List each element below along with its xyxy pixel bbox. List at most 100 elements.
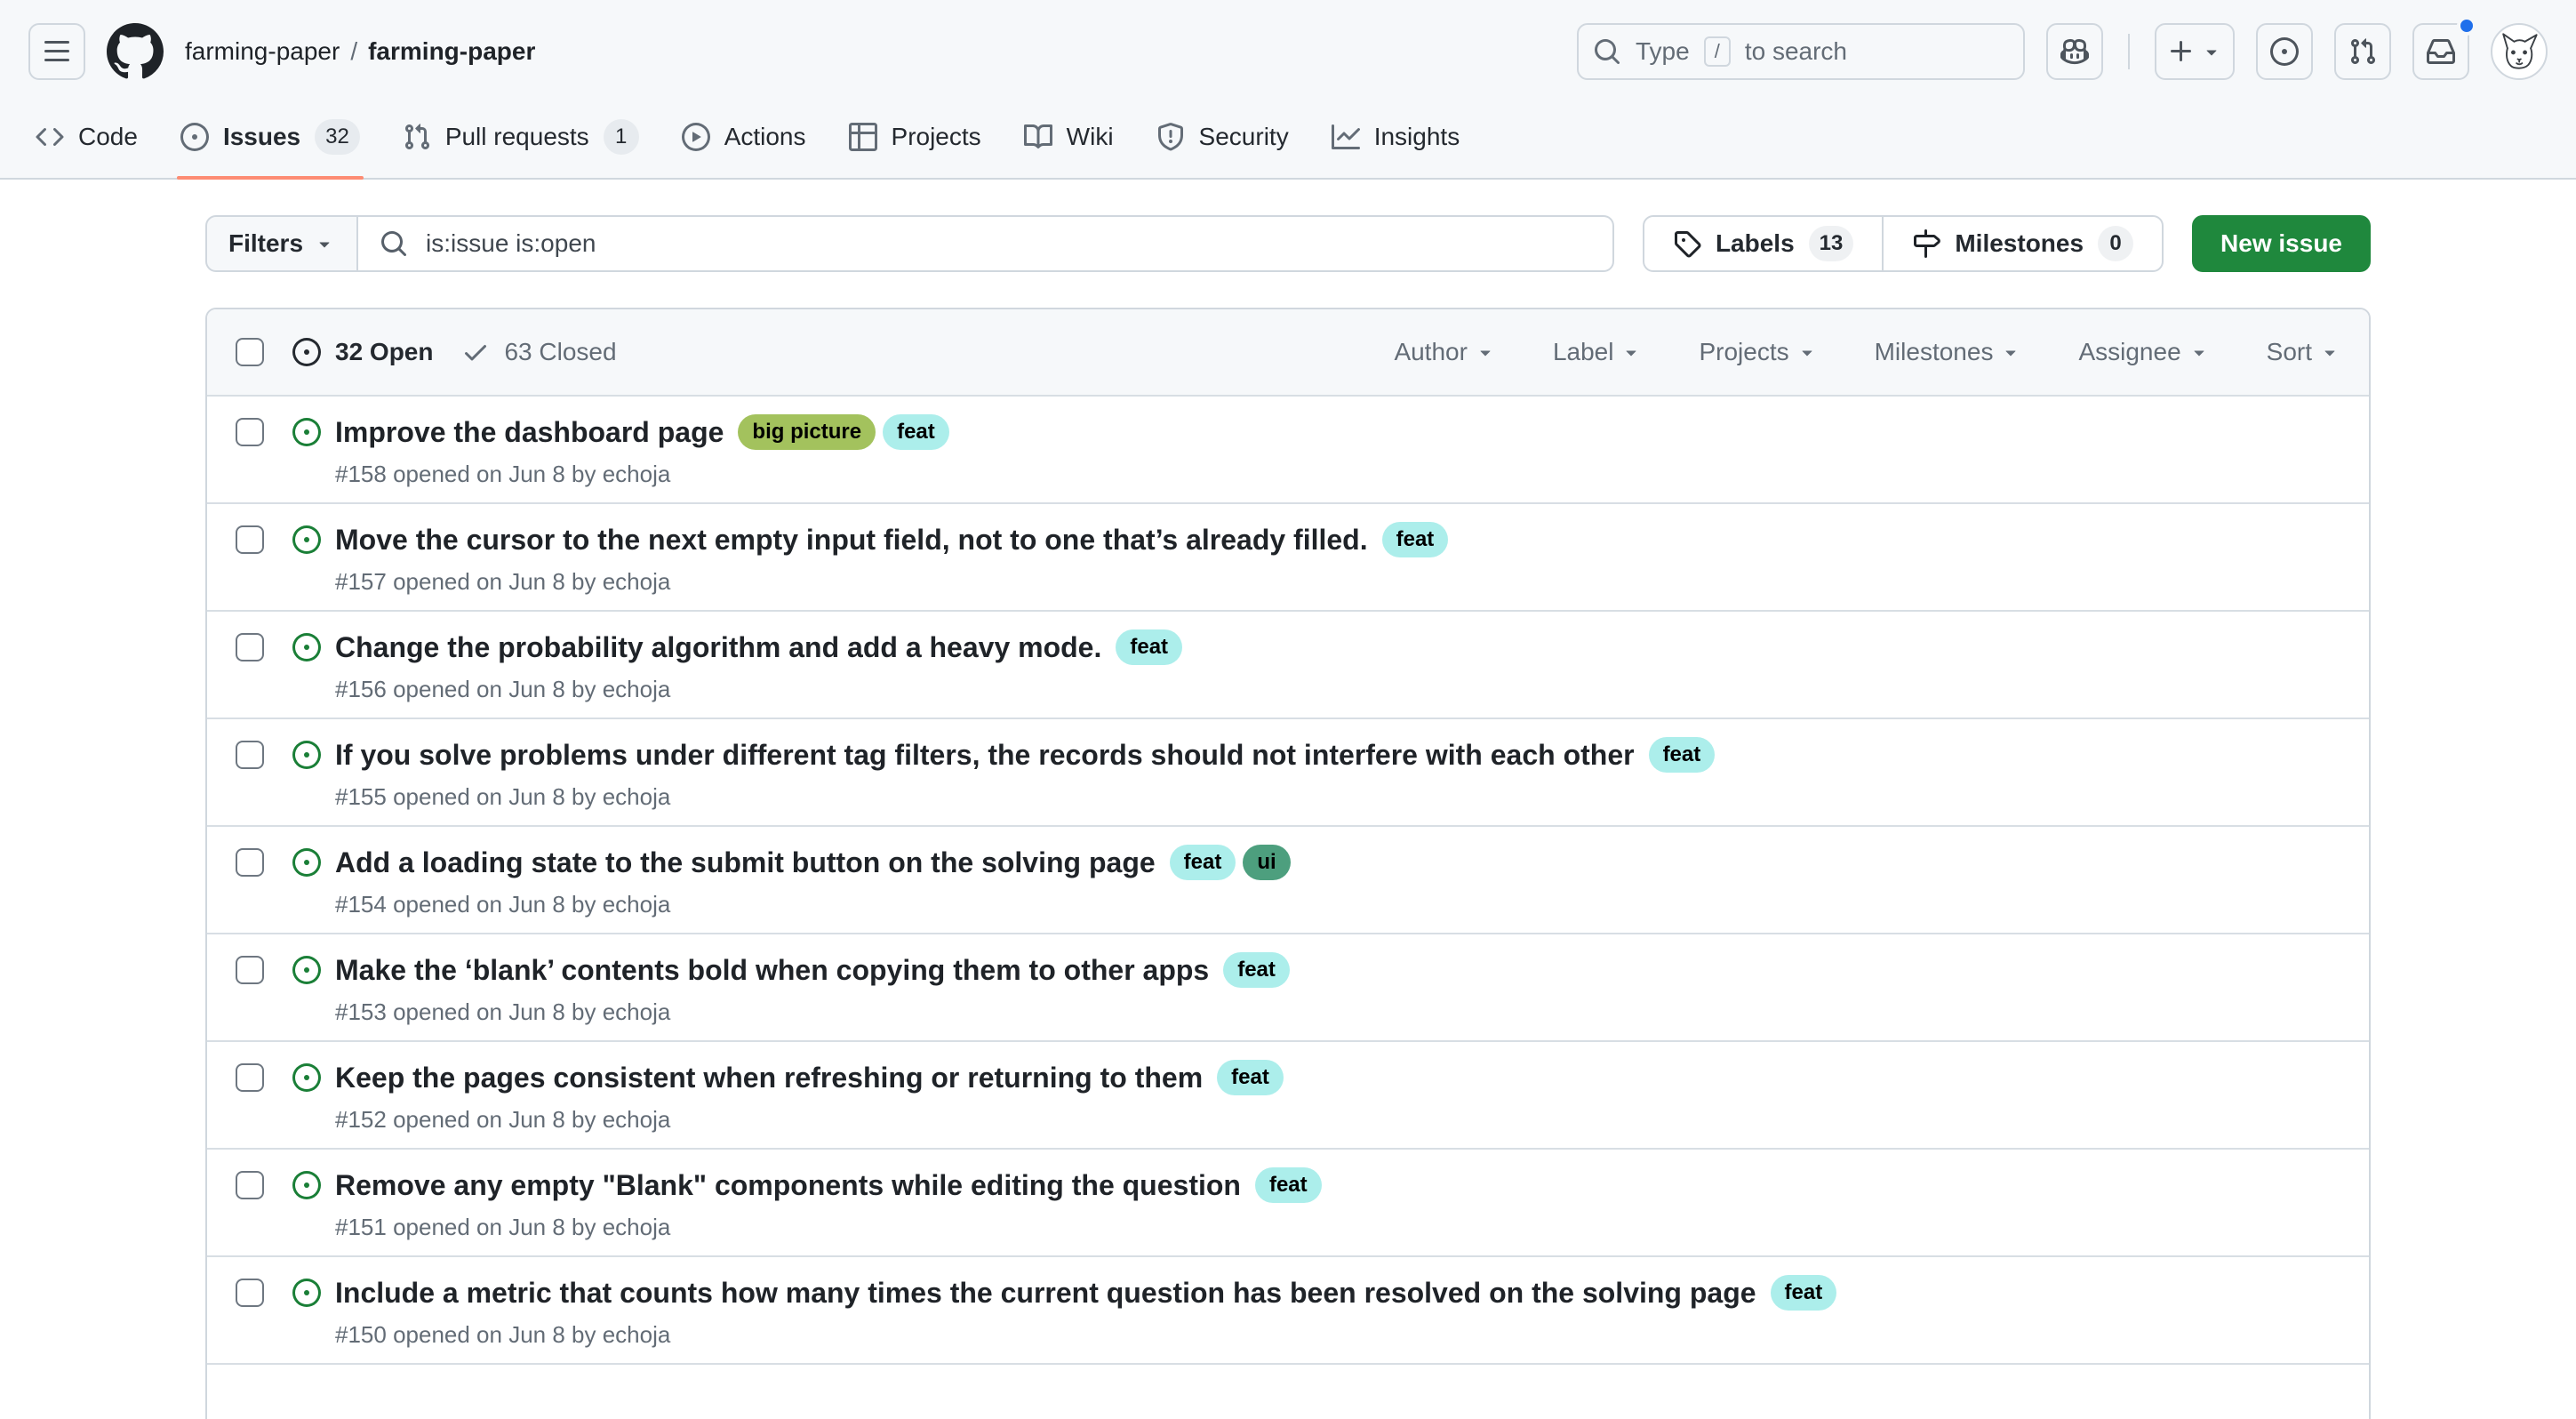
labels-milestones-group: Labels 13 Milestones 0 — [1643, 215, 2164, 272]
issue-title[interactable]: Add a loading state to the submit button… — [335, 841, 1156, 884]
milestones-button[interactable]: Milestones 0 — [1882, 217, 2162, 270]
issues-search-field — [358, 215, 1614, 272]
open-issue-icon — [292, 1171, 321, 1199]
issue-row: Make the ‘blank’ contents bold when copy… — [207, 933, 2369, 1040]
filter-author[interactable]: Author — [1394, 338, 1496, 366]
tab-wiki[interactable]: Wiki — [1003, 96, 1135, 178]
filter-milestones[interactable]: Milestones — [1875, 338, 2022, 366]
tab-issues[interactable]: Issues 32 — [159, 96, 381, 178]
open-issue-icon — [292, 525, 321, 554]
tab-label: Actions — [724, 123, 806, 151]
user-avatar[interactable] — [2491, 23, 2548, 80]
issue-label[interactable]: feat — [1170, 845, 1236, 880]
tab-code[interactable]: Code — [14, 96, 159, 178]
issues-toolbar: Filters Labels 13 Milestones 0 — [205, 215, 2371, 272]
issue-label[interactable]: feat — [1255, 1167, 1322, 1203]
tab-projects[interactable]: Projects — [828, 96, 1003, 178]
issue-label[interactable]: feat — [1382, 522, 1449, 557]
shield-icon — [1156, 123, 1185, 151]
issue-meta: #153 opened on Jun 8 by echoja — [335, 998, 1290, 1026]
issue-title[interactable]: Improve the dashboard page — [335, 411, 724, 453]
issue-meta: #152 opened on Jun 8 by echoja — [335, 1106, 1284, 1134]
list-filter-label: Label — [1553, 338, 1614, 366]
list-filter-dropdowns: Author Label Projects Milestones Assigne… — [1394, 338, 2340, 366]
breadcrumb-owner-link[interactable]: farming-paper — [185, 37, 340, 66]
issue-label[interactable]: feat — [1116, 629, 1182, 665]
issue-label[interactable]: feat — [883, 414, 949, 450]
labels-count: 13 — [1809, 226, 1854, 261]
issue-title[interactable]: Make the ‘blank’ contents bold when copy… — [335, 949, 1209, 991]
breadcrumb: farming-paper / farming-paper — [185, 37, 535, 66]
issue-checkbox[interactable] — [236, 525, 264, 554]
chevron-down-icon — [2319, 341, 2340, 363]
issue-labels: feat — [1223, 952, 1290, 988]
tab-actions[interactable]: Actions — [660, 96, 828, 178]
new-issue-button[interactable]: New issue — [2192, 215, 2371, 272]
issue-title[interactable]: Keep the pages consistent when refreshin… — [335, 1056, 1203, 1099]
issue-title[interactable]: Move the cursor to the next empty input … — [335, 518, 1368, 561]
search-icon — [1593, 37, 1621, 66]
global-menu-button[interactable] — [28, 23, 85, 80]
copilot-button[interactable] — [2046, 23, 2103, 80]
issue-checkbox[interactable] — [236, 1063, 264, 1092]
issue-label[interactable]: feat — [1771, 1275, 1837, 1311]
check-icon — [461, 338, 490, 366]
issue-checkbox[interactable] — [236, 633, 264, 661]
issue-main: Add a loading state to the submit button… — [335, 841, 1291, 918]
select-all-checkbox[interactable] — [236, 338, 264, 366]
tab-security[interactable]: Security — [1135, 96, 1310, 178]
issue-row: Move the cursor to the next empty input … — [207, 502, 2369, 610]
issue-title[interactable]: Include a metric that counts how many ti… — [335, 1271, 1756, 1314]
issue-label[interactable]: ui — [1243, 845, 1290, 880]
create-new-button[interactable] — [2155, 23, 2235, 80]
issue-label[interactable]: feat — [1217, 1060, 1284, 1095]
filters-label: Filters — [228, 229, 303, 258]
filter-sort[interactable]: Sort — [2267, 338, 2340, 366]
closed-issues-toggle[interactable]: 63 Closed — [461, 338, 616, 366]
issue-checkbox[interactable] — [236, 1279, 264, 1307]
issue-row: Remove any empty "Blank" components whil… — [207, 1148, 2369, 1255]
issue-main: Improve the dashboard page big picturefe… — [335, 411, 949, 488]
open-issue-icon — [292, 848, 321, 877]
graph-icon — [1332, 123, 1360, 151]
filters-dropdown-button[interactable]: Filters — [205, 215, 358, 272]
filter-assignee[interactable]: Assignee — [2078, 338, 2209, 366]
issue-row-cutoff — [207, 1363, 2369, 1419]
issue-label[interactable]: feat — [1649, 737, 1716, 773]
issue-checkbox[interactable] — [236, 741, 264, 769]
issue-checkbox[interactable] — [236, 1171, 264, 1199]
tab-insights[interactable]: Insights — [1310, 96, 1482, 178]
filter-projects[interactable]: Projects — [1699, 338, 1817, 366]
issue-labels: feat — [1771, 1275, 1837, 1311]
open-issue-icon — [292, 741, 321, 769]
issue-checkbox[interactable] — [236, 848, 264, 877]
tab-pull-requests[interactable]: Pull requests 1 — [381, 96, 660, 178]
issue-title[interactable]: Remove any empty "Blank" components whil… — [335, 1164, 1241, 1207]
issue-checkbox[interactable] — [236, 956, 264, 984]
issue-title[interactable]: Change the probability algorithm and add… — [335, 626, 1101, 669]
issue-title[interactable]: If you solve problems under different ta… — [335, 734, 1635, 776]
global-search[interactable]: Type / to search — [1577, 23, 2025, 80]
chevron-down-icon — [2201, 41, 2222, 62]
open-issue-icon — [292, 1279, 321, 1307]
issue-checkbox[interactable] — [236, 418, 264, 446]
open-issues-toggle[interactable]: 32 Open — [292, 338, 433, 366]
open-issue-icon — [292, 1063, 321, 1092]
your-pull-requests-button[interactable] — [2334, 23, 2391, 80]
main-content: Filters Labels 13 Milestones 0 — [177, 215, 2399, 1419]
list-filter-label: Sort — [2267, 338, 2312, 366]
issue-label[interactable]: big picture — [738, 414, 876, 450]
tag-icon — [1673, 229, 1701, 258]
github-logo[interactable] — [107, 23, 164, 80]
chevron-down-icon — [1620, 341, 1642, 363]
search-placeholder-before: Type — [1636, 37, 1690, 66]
avatar-dog-sketch — [2492, 25, 2546, 78]
list-filter-label: Projects — [1699, 338, 1788, 366]
issue-label[interactable]: feat — [1223, 952, 1290, 988]
labels-button[interactable]: Labels 13 — [1644, 217, 1882, 270]
your-issues-button[interactable] — [2256, 23, 2313, 80]
issue-rows: Improve the dashboard page big picturefe… — [207, 395, 2369, 1363]
issues-search-input[interactable] — [422, 228, 1591, 260]
filter-label[interactable]: Label — [1553, 338, 1643, 366]
breadcrumb-repo-link[interactable]: farming-paper — [368, 37, 535, 66]
